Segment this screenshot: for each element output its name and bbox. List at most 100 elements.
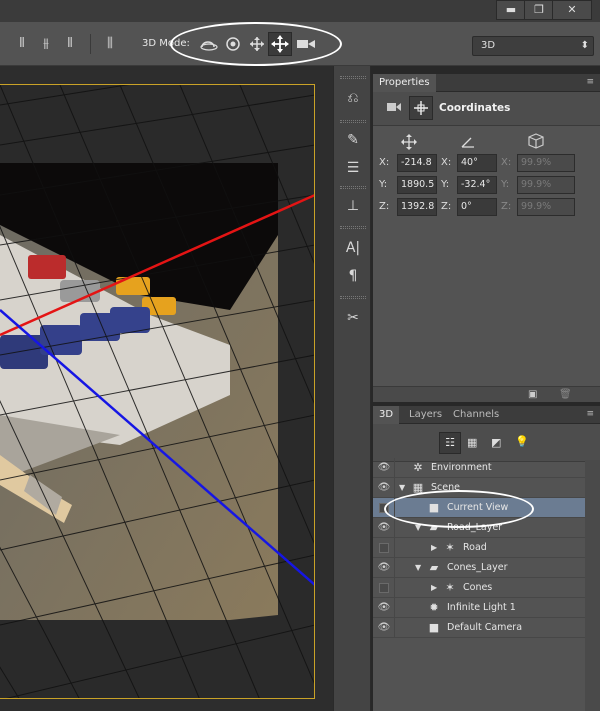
node-type-icon: ✹ [429, 601, 439, 614]
character-icon[interactable]: A| [339, 236, 367, 260]
trash-icon[interactable]: 🗑 [559, 389, 572, 400]
node-type-icon: ✶ [445, 581, 455, 594]
scene-tree-label: Cones_Layer [447, 562, 508, 573]
rotation-field[interactable]: 0° [457, 198, 497, 216]
position-axis-label: X: [379, 157, 390, 168]
expand-right-icon[interactable]: ▶ [431, 543, 437, 552]
visibility-cell: 👁 [373, 618, 395, 638]
node-type-icon: ▰ [429, 561, 439, 574]
eye-icon[interactable]: 👁 [377, 602, 391, 614]
expand-down-icon[interactable]: ▼ [399, 483, 405, 492]
position-field[interactable]: 1392.8 [397, 198, 437, 216]
brush-icon[interactable]: ✎ [339, 128, 367, 152]
history-icon[interactable]: ⎌ [339, 86, 367, 110]
eye-icon[interactable]: 👁 [377, 522, 391, 534]
node-type-icon: ✲ [413, 461, 423, 474]
tab-properties[interactable]: Properties [373, 74, 436, 92]
scene-tree-label: Default Camera [447, 622, 523, 633]
section-title: Coordinates [439, 102, 511, 114]
scale-axis-label: Y: [501, 179, 510, 190]
properties-subheader: Coordinates [373, 92, 600, 126]
camera-icon[interactable] [387, 102, 401, 112]
panel-grip[interactable] [340, 76, 366, 79]
chevron-updown-icon: ⬍ [580, 40, 589, 51]
properties-footer: ▣ 🗑 [373, 386, 600, 402]
scene-tree-label: Infinite Light 1 [447, 602, 516, 613]
visibility-toggle[interactable] [379, 583, 389, 593]
eye-icon[interactable]: 👁 [377, 622, 391, 634]
minimize-button[interactable]: ▬ [496, 0, 526, 20]
align-center-icon[interactable]: ⫵ [38, 36, 54, 52]
scene-tree-item[interactable]: 👁 ✹ Infinite Light 1 [373, 598, 585, 618]
angle-icon [461, 136, 475, 151]
tab-3d[interactable]: 3D [373, 406, 400, 424]
panel-grip[interactable] [340, 296, 366, 299]
scene-tree-label: Environment [431, 462, 492, 473]
scale-axis-label: Z: [501, 201, 512, 212]
scale-axis-label: X: [501, 157, 512, 168]
scale-field[interactable]: 99.9% [517, 154, 575, 172]
coordinates-button[interactable] [409, 96, 433, 120]
3d-tabbar: 3D Layers Channels ≡ [373, 406, 600, 424]
scene-tree-item[interactable]: 👁 ▼ ▰ Cones_Layer [373, 558, 585, 578]
light-filter-icon[interactable]: 💡 [515, 435, 529, 448]
tools-icon[interactable]: ✂ [339, 306, 367, 330]
visibility-cell [373, 538, 395, 558]
align-right-icon[interactable]: ⫴ [62, 36, 78, 52]
divider [90, 34, 91, 54]
scene-tree-item[interactable]: ▶ ✶ Cones [373, 578, 585, 598]
node-type-icon: ✶ [445, 541, 455, 554]
position-field[interactable]: -214.8 [397, 154, 437, 172]
scene-tree-label: Cones [463, 582, 493, 593]
window-titlebar: ▬ ❐ ✕ [0, 0, 600, 22]
visibility-toggle[interactable] [379, 543, 389, 553]
eye-icon[interactable]: 👁 [377, 482, 391, 494]
expand-down-icon[interactable]: ▼ [415, 563, 421, 572]
restore-button[interactable]: ❐ [524, 0, 554, 20]
panel-menu-icon[interactable]: ≡ [586, 77, 594, 87]
adjustments-icon[interactable]: ☰ [339, 156, 367, 180]
3d-mode-select[interactable]: 3D ⬍ [472, 36, 594, 56]
visibility-cell: 👁 [373, 558, 395, 578]
scale-field[interactable]: 99.9% [517, 176, 575, 194]
scene-tree-item[interactable]: 👁 ✲ Environment [373, 458, 585, 478]
eye-icon[interactable]: 👁 [377, 562, 391, 574]
distribute-icon[interactable]: ⫼ [102, 36, 118, 52]
visibility-cell: 👁 [373, 598, 395, 618]
3d-viewport[interactable] [0, 85, 315, 699]
3d-panel: 3D Layers Channels ≡ ☷ ▦ ◩ 💡 👁 ✲ Environ… [373, 406, 600, 711]
tab-layers[interactable]: Layers [403, 406, 448, 424]
highlight-oval-current-view [384, 490, 534, 528]
node-type-icon: ■ [428, 621, 440, 634]
scale-field[interactable]: 99.9% [517, 198, 575, 216]
material-filter-icon[interactable]: ◩ [491, 436, 501, 449]
highlight-oval-toolbar [170, 22, 342, 66]
panel-menu-icon[interactable]: ≡ [586, 409, 594, 419]
position-field[interactable]: 1890.5 [397, 176, 437, 194]
scene-tree-item[interactable]: ▶ ✶ Road [373, 538, 585, 558]
clone-source-icon[interactable]: ⊥ [339, 194, 367, 218]
rotation-field[interactable]: -32.4° [457, 176, 497, 194]
document-canvas[interactable] [0, 84, 315, 699]
rotation-axis-label: Y: [441, 179, 450, 190]
mesh-filter-icon[interactable]: ▦ [467, 436, 477, 449]
scene-tree-item[interactable]: 👁 ■ Default Camera [373, 618, 585, 638]
scene-tree-label: Road [463, 542, 487, 553]
tab-channels[interactable]: Channels [447, 406, 505, 424]
close-button[interactable]: ✕ [552, 0, 592, 20]
panel-grip[interactable] [340, 186, 366, 189]
panel-grip[interactable] [340, 226, 366, 229]
eye-icon[interactable]: 👁 [377, 462, 391, 474]
scale-cube-icon [527, 132, 545, 153]
3d-mode-select-value: 3D [481, 40, 496, 51]
rotation-field[interactable]: 40° [457, 154, 497, 172]
coordinates-icon [414, 101, 428, 115]
rotation-axis-label: X: [441, 157, 452, 168]
3d-panel-scrollbar[interactable] [585, 460, 600, 711]
scene-filter-icon[interactable]: ☷ [439, 432, 461, 454]
panel-grip[interactable] [340, 120, 366, 123]
expand-right-icon[interactable]: ▶ [431, 583, 437, 592]
render-icon[interactable]: ▣ [528, 389, 537, 400]
align-left-icon[interactable]: ⫴ [14, 36, 30, 52]
paragraph-icon[interactable]: ¶ [339, 264, 367, 288]
